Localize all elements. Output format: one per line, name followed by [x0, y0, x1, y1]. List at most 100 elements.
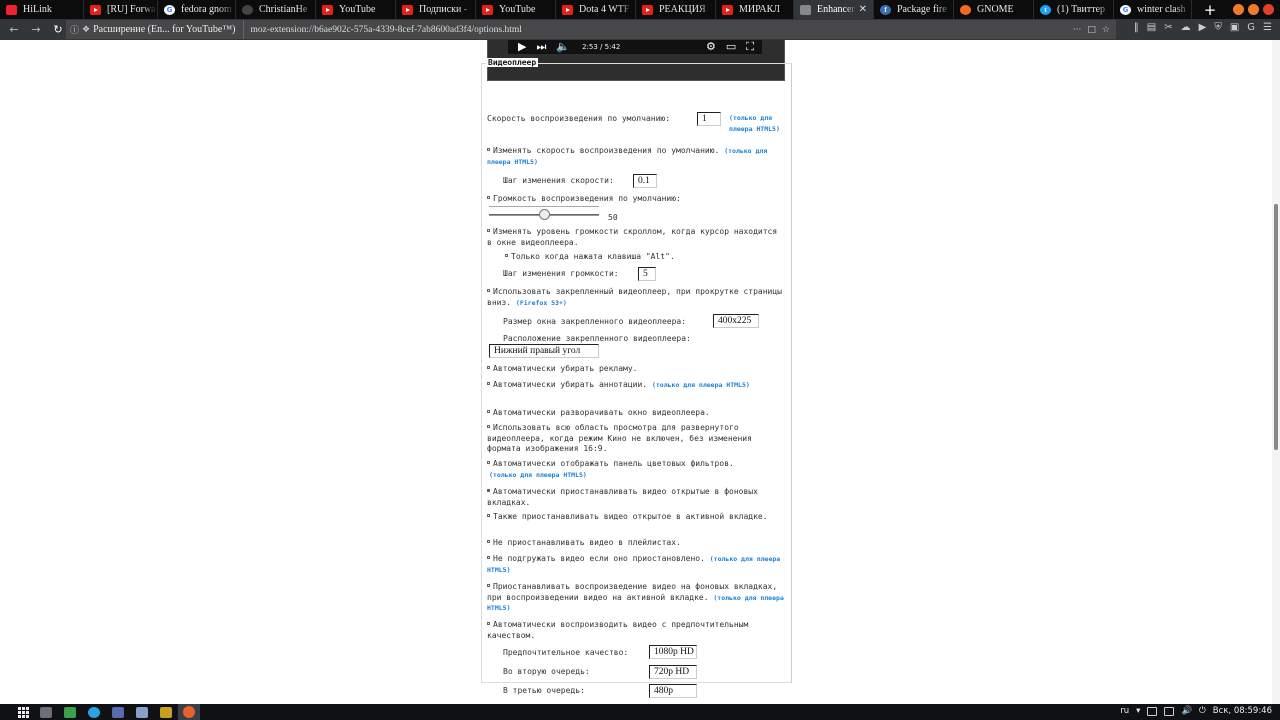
- forward-arrow-icon[interactable]: →: [28, 22, 44, 38]
- remove-annotations-checkbox[interactable]: [487, 382, 490, 385]
- pinned-pos-select[interactable]: Нижний правый угол: [489, 344, 599, 358]
- pause-active-checkbox[interactable]: [487, 514, 490, 517]
- url-text[interactable]: moz-extension://b6ae902c-575a-4339-8cef-…: [244, 25, 1072, 35]
- telegram-app-icon[interactable]: [88, 706, 100, 718]
- change-speed-option[interactable]: Изменять скорость воспроизведения по умо…: [487, 146, 785, 167]
- screenshot-icon[interactable]: ✂: [1164, 22, 1172, 33]
- page-scrollbar[interactable]: [1272, 40, 1280, 704]
- remove-ads-checkbox[interactable]: [487, 366, 490, 369]
- reload-icon[interactable]: ↻: [50, 22, 66, 38]
- tab-11[interactable]: f Package fire: [874, 0, 954, 19]
- auto-quality-option[interactable]: Автоматически воспроизводить видео с пре…: [487, 620, 785, 641]
- tab-4[interactable]: YouTube: [316, 0, 396, 19]
- tab-6[interactable]: YouTube: [476, 0, 556, 19]
- scroll-volume-checkbox[interactable]: [487, 229, 490, 232]
- sidebar-icon[interactable]: ▤: [1147, 22, 1156, 33]
- tab-0[interactable]: HiLink: [0, 0, 84, 19]
- minimize-button[interactable]: [1233, 4, 1244, 15]
- pause-active-option[interactable]: Также приостанавливать видео открытое в …: [487, 512, 785, 523]
- clock[interactable]: Вск, 08:59:46: [1213, 706, 1272, 716]
- back-arrow-icon[interactable]: ←: [6, 22, 22, 38]
- play-icon[interactable]: ▶: [518, 40, 526, 53]
- volume-checkbox[interactable]: [487, 196, 490, 199]
- close-tab-icon[interactable]: ✕: [859, 4, 867, 15]
- library-icon[interactable]: ‖: [1134, 22, 1139, 33]
- scrollbar-thumb[interactable]: [1274, 204, 1278, 450]
- fullscreen-icon[interactable]: ⛶: [746, 40, 754, 54]
- no-preload-checkbox[interactable]: [487, 556, 490, 559]
- translate-icon[interactable]: ▣: [1230, 22, 1239, 33]
- pinned-size-input[interactable]: 400x225: [713, 314, 759, 328]
- no-pause-playlists-option[interactable]: Не приостанавливать видео в плейлистах.: [487, 538, 785, 549]
- tool-app-icon[interactable]: [160, 706, 172, 718]
- auto-quality-checkbox[interactable]: [487, 622, 490, 625]
- alt-only-checkbox[interactable]: [505, 254, 508, 257]
- no-preload-option[interactable]: Не подгружать видео если оно приостановл…: [487, 554, 785, 575]
- network-icon[interactable]: [1164, 706, 1175, 716]
- tab-5[interactable]: Подписки -: [396, 0, 476, 19]
- new-tab-button[interactable]: +: [1200, 1, 1220, 19]
- tab-2[interactable]: Gfedora gnom: [158, 0, 236, 19]
- full-area-checkbox[interactable]: [487, 425, 490, 428]
- tab-7[interactable]: Dota 4 WTF: [556, 0, 636, 19]
- remove-ads-option[interactable]: Автоматически убирать рекламу.: [487, 364, 785, 375]
- alt-only-option[interactable]: Только когда нажата клавиша "Alt".: [505, 252, 803, 263]
- change-speed-checkbox[interactable]: [487, 148, 490, 151]
- quality1-select[interactable]: 1080p HD: [649, 645, 697, 659]
- power-icon[interactable]: ⏻: [1199, 706, 1206, 716]
- bookmark-star-icon[interactable]: ☆: [1102, 25, 1110, 35]
- expand-player-checkbox[interactable]: [487, 410, 490, 413]
- pocket-icon[interactable]: □: [1087, 25, 1096, 35]
- scroll-volume-option[interactable]: Изменять уровень громкости скроллом, ког…: [487, 227, 785, 248]
- tab-10[interactable]: Enhancer for✕: [794, 0, 874, 19]
- site-identity[interactable]: ⓘ ❖ Расширение (En... for YouTube™): [66, 20, 245, 39]
- folder-app-icon[interactable]: [64, 706, 76, 718]
- speed-step-input[interactable]: 0.1: [633, 174, 657, 188]
- keyboard-layout[interactable]: ru: [1120, 706, 1129, 716]
- tab-8[interactable]: РЕАКЦИЯ: [636, 0, 716, 19]
- tab-12[interactable]: GNOME: [954, 0, 1034, 19]
- apps-menu-icon[interactable]: [18, 707, 29, 718]
- theater-mode-icon[interactable]: ▭: [726, 40, 736, 54]
- no-pause-playlists-checkbox[interactable]: [487, 540, 490, 543]
- pinned-player-option[interactable]: Использовать закрепленный видеоплеер, пр…: [487, 287, 785, 308]
- volume-icon[interactable]: 🔊: [1181, 706, 1192, 716]
- quality3-select[interactable]: 480p: [649, 684, 697, 698]
- screenshot-app-icon[interactable]: [136, 706, 148, 718]
- tab-9[interactable]: МИРАКЛ: [716, 0, 794, 19]
- maximize-button[interactable]: [1248, 4, 1259, 15]
- menu-icon[interactable]: ☰: [1263, 22, 1272, 33]
- files-app-icon[interactable]: [40, 706, 52, 718]
- chat-icon[interactable]: ☁: [1181, 22, 1191, 33]
- gear-icon[interactable]: ⚙: [706, 40, 716, 54]
- speed-input[interactable]: 1: [697, 112, 721, 126]
- pause-on-active-option[interactable]: Приостанавливать воспроизведение видео н…: [487, 582, 785, 614]
- video-icon[interactable]: ▶: [1199, 22, 1207, 33]
- expand-player-option[interactable]: Автоматически разворачивать окно видеопл…: [487, 408, 785, 419]
- firefox-taskbar-item[interactable]: [178, 704, 200, 720]
- tab-14[interactable]: Gwinter clash: [1114, 0, 1192, 19]
- pause-background-option[interactable]: Автоматически приостанавливать видео отк…: [487, 487, 785, 508]
- volume-slider-thumb[interactable]: [539, 209, 550, 220]
- volume-step-input[interactable]: 5: [638, 267, 656, 281]
- pinned-player-checkbox[interactable]: [487, 289, 490, 292]
- color-filters-checkbox[interactable]: [487, 461, 490, 464]
- pause-on-active-checkbox[interactable]: [487, 584, 490, 587]
- tab-13[interactable]: t (1) Твиттер: [1034, 0, 1114, 19]
- screen-icon[interactable]: [1147, 706, 1158, 716]
- full-area-option[interactable]: Использовать всю область просмотра для р…: [487, 423, 785, 455]
- quality2-select[interactable]: 720p HD: [649, 665, 697, 679]
- address-bar[interactable]: ⓘ ❖ Расширение (En... for YouTube™) moz-…: [66, 20, 1116, 39]
- remove-annotations-option[interactable]: Автоматически убирать аннотации. (только…: [487, 380, 785, 391]
- tab-1[interactable]: [RU] Forwa: [84, 0, 158, 19]
- tab-3[interactable]: ChristianHe: [236, 0, 316, 19]
- volume-icon[interactable]: 🔈: [556, 40, 570, 53]
- discord-app-icon[interactable]: [112, 706, 124, 718]
- close-window-button[interactable]: [1263, 4, 1274, 15]
- volume-slider[interactable]: [489, 206, 599, 220]
- color-filters-option[interactable]: Автоматически отображать панель цветовых…: [487, 459, 785, 480]
- next-icon[interactable]: ⏭: [536, 40, 546, 54]
- more-actions-icon[interactable]: ···: [1073, 25, 1082, 35]
- google-icon[interactable]: G: [1247, 22, 1255, 33]
- shield-icon[interactable]: ⛨: [1214, 22, 1222, 33]
